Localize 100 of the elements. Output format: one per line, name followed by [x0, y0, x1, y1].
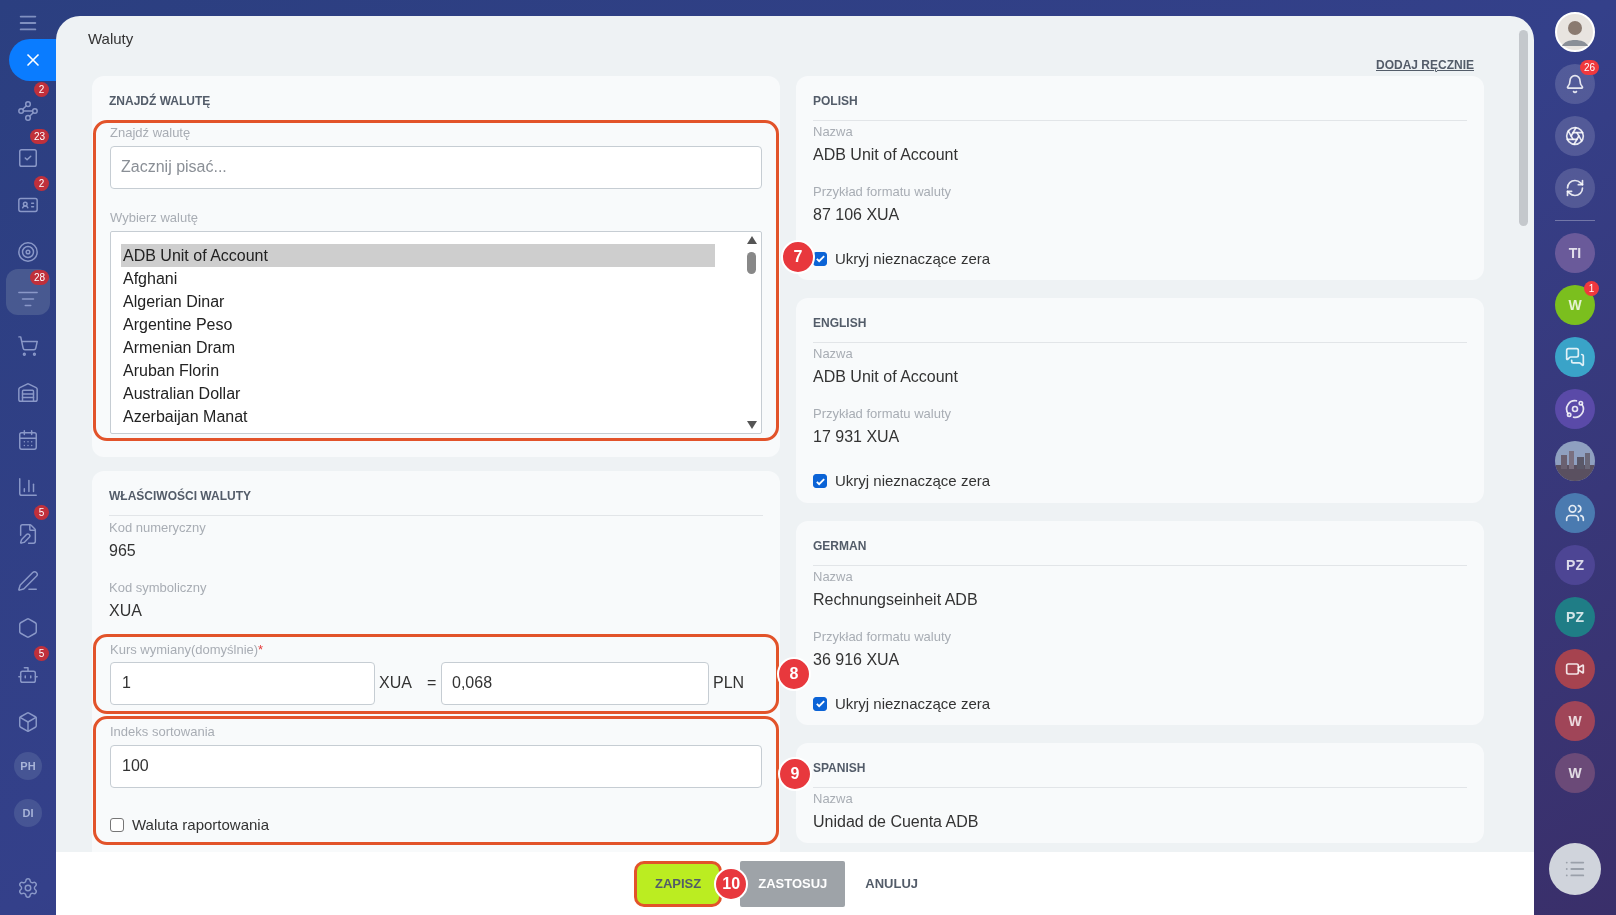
count-badge: 26: [1579, 60, 1599, 75]
field-value: XUA: [109, 600, 143, 621]
toolbar-button[interactable]: [1555, 116, 1595, 156]
chat-avatar[interactable]: PZ: [1555, 545, 1595, 585]
currency-code: PLN: [713, 673, 745, 693]
currency-listbox[interactable]: ADB Unit of Account Afghani Algerian Dinar Argentine Peso Armenian Dram Aruban Florin Australian Dollar Azerbaijan Manat: [110, 230, 762, 434]
scrollbar[interactable]: [1519, 30, 1528, 226]
nav-item[interactable]: 5: [6, 504, 50, 550]
chat-icon: [1565, 347, 1585, 367]
currency-option[interactable]: Armenian Dram: [121, 335, 715, 359]
robot-icon[interactable]: [17, 664, 39, 686]
cart-icon[interactable]: [17, 335, 39, 357]
bar-chart-icon[interactable]: [17, 476, 39, 498]
field-value: 17 931 XUA: [813, 427, 901, 447]
chat-avatar[interactable]: [1555, 493, 1595, 533]
currency-option[interactable]: Algerian Dinar: [121, 289, 715, 313]
count-badge: 2: [34, 176, 49, 191]
checkbox[interactable]: [110, 817, 124, 832]
footer-button[interactable]: ANULUJ: [847, 860, 937, 907]
cube-icon[interactable]: [17, 711, 39, 733]
field-label: Nazwa: [813, 123, 854, 140]
calendar-icon[interactable]: [17, 429, 39, 451]
count-badge: 2: [34, 82, 49, 97]
checkbox-label: Ukryj nieznaczące zera: [835, 693, 991, 714]
orbit-icon: [1565, 399, 1585, 419]
field-label: Wybierz walutę: [110, 209, 200, 226]
file-pen-icon[interactable]: [17, 523, 39, 545]
count-badge: 5: [34, 505, 49, 520]
rate-field[interactable]: 0,068: [441, 661, 709, 705]
nav-item[interactable]: 2: [6, 81, 50, 127]
nav-item[interactable]: 2: [6, 175, 50, 221]
count-badge: 28: [29, 270, 49, 285]
close-button[interactable]: [9, 39, 56, 81]
chat-avatar[interactable]: [1555, 389, 1595, 429]
sort-index-field[interactable]: 100: [110, 744, 762, 788]
field-label: Kurs wymiany(domyślnie)*: [110, 641, 265, 658]
initials-avatar[interactable]: DI: [14, 799, 42, 827]
currency-option[interactable]: ADB Unit of Account: [121, 243, 715, 267]
chat-avatar[interactable]: W: [1555, 701, 1595, 741]
chat-avatar[interactable]: TI: [1555, 233, 1595, 273]
menu-button[interactable]: [1549, 843, 1601, 895]
add-manually-link[interactable]: DODAJ RĘCZNIE: [1376, 55, 1474, 74]
field-label: Przykład formatu waluty: [813, 406, 952, 422]
people-icon: [1565, 503, 1585, 523]
aperture-icon: [1565, 126, 1585, 146]
nav-item[interactable]: 28: [6, 269, 50, 315]
field-label: Kod numeryczny: [109, 519, 207, 536]
count-badge: 23: [29, 129, 49, 144]
user-avatar[interactable]: [1555, 12, 1595, 52]
section-heading: ZNAJDŹ WALUTĘ: [108, 92, 212, 110]
chat-avatar[interactable]: PZ: [1555, 597, 1595, 637]
scroll-down-arrow-icon[interactable]: [746, 420, 757, 429]
waypoints-icon[interactable]: [17, 100, 39, 122]
chat-avatar[interactable]: [1555, 649, 1595, 689]
field-label: Indeks sortowania: [110, 723, 216, 740]
field-label: Przykład formatu waluty: [813, 183, 952, 200]
bell-icon: [1565, 74, 1585, 94]
checkbox[interactable]: [813, 696, 827, 711]
scrollbar-thumb[interactable]: [747, 251, 756, 274]
currency-option[interactable]: Argentine Peso: [121, 312, 715, 336]
nav-item[interactable]: 23: [6, 128, 50, 174]
footer-button[interactable]: ZAPISZ: [633, 860, 723, 907]
toolbar-button[interactable]: [1555, 64, 1595, 104]
currency-option[interactable]: Aruban Florin: [121, 358, 715, 382]
scroll-up-arrow-icon[interactable]: [746, 235, 757, 244]
section-heading: POLISH: [813, 92, 859, 110]
exchange-icon: [1565, 178, 1585, 198]
window-title: Waluty: [88, 29, 135, 49]
target-icon[interactable]: [17, 241, 39, 263]
field-label: Nazwa: [813, 346, 854, 362]
field-label: Nazwa: [813, 791, 854, 807]
chat-avatar[interactable]: [1555, 337, 1595, 377]
settings-icon[interactable]: [17, 877, 39, 899]
nav-item[interactable]: 5: [6, 645, 50, 691]
amount-field[interactable]: 1: [110, 661, 375, 705]
checkbox-label: Ukryj nieznaczące zera: [835, 248, 991, 269]
hexagon-icon[interactable]: [17, 617, 39, 639]
search-field[interactable]: Zacznij pisać...: [110, 145, 762, 189]
toolbar-button[interactable]: [1555, 168, 1595, 208]
section-heading: WŁAŚCIWOŚCI WALUTY: [109, 487, 252, 505]
currency-option[interactable]: Afghani: [121, 266, 715, 290]
field-label: Przykład formatu waluty: [813, 628, 952, 645]
count-badge: 5: [34, 646, 49, 661]
checkbox[interactable]: [813, 474, 827, 489]
count-badge: 1: [1584, 281, 1599, 296]
pen-icon[interactable]: [17, 570, 39, 592]
currency-option[interactable]: Azerbaijan Manat: [121, 404, 715, 428]
warehouse-icon[interactable]: [17, 382, 39, 404]
field-label: Znajdź walutę: [110, 124, 192, 141]
field-value: ADB Unit of Account: [813, 367, 959, 387]
currency-option[interactable]: Australian Dollar: [121, 381, 715, 405]
nav-item[interactable]: PH: [6, 739, 50, 785]
currency-code: XUA: [379, 673, 413, 693]
checkbox-label: Ukryj nieznaczące zera: [835, 471, 991, 491]
field-value: ADB Unit of Account: [813, 144, 959, 165]
chat-avatar[interactable]: W: [1555, 753, 1595, 793]
field-value: 965: [109, 540, 137, 561]
initials-avatar[interactable]: PH: [14, 752, 42, 780]
checkbox-icon[interactable]: [17, 147, 39, 169]
nav-item[interactable]: DI: [6, 786, 50, 832]
